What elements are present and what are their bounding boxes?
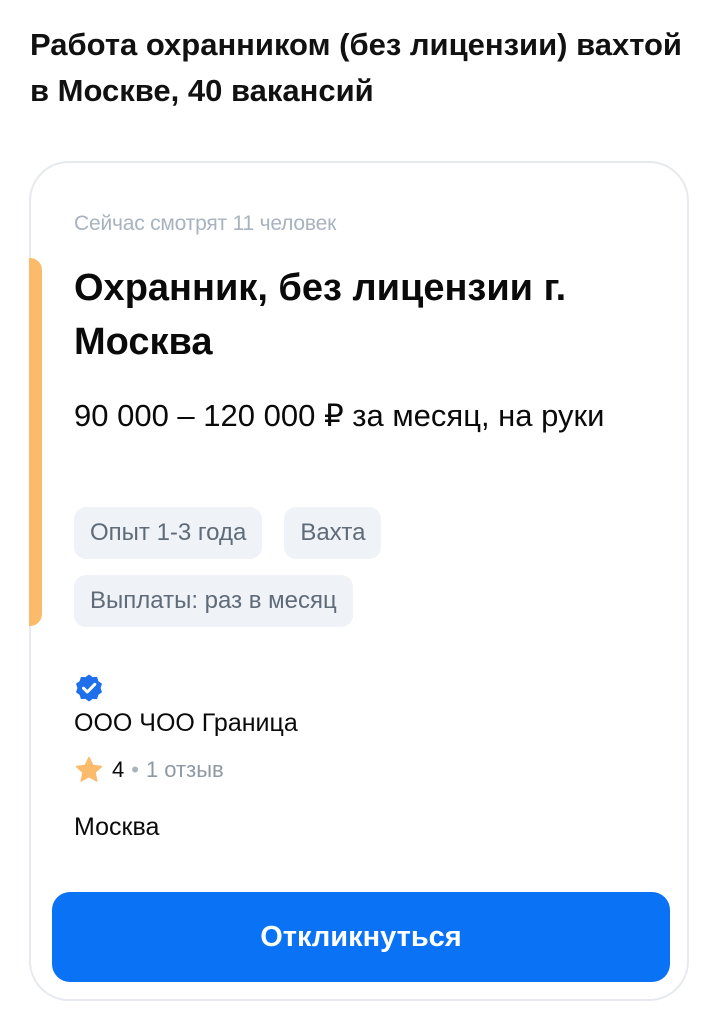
company-rating[interactable]: 4 • 1 отзыв xyxy=(74,755,224,785)
tag-shift: Вахта xyxy=(284,507,382,559)
rating-value: 4 xyxy=(112,757,125,782)
tags-list: Опыт 1-3 года Вахта Выплаты: раз в месяц xyxy=(74,507,634,627)
vacancy-title[interactable]: Охранник, без лицензии г. Москва xyxy=(74,261,664,369)
rating-separator: • xyxy=(131,757,139,782)
tag-payments: Выплаты: раз в месяц xyxy=(74,575,353,627)
star-icon xyxy=(75,756,103,782)
tag-experience: Опыт 1-3 года xyxy=(74,507,263,559)
verified-badge-icon xyxy=(76,674,102,702)
viewers-count: Сейчас смотрят 11 человек xyxy=(74,212,337,235)
reviews-count: 1 отзыв xyxy=(145,757,224,782)
vacancy-card[interactable]: Сейчас смотрят 11 человек Охранник, без … xyxy=(29,161,689,1001)
company-name[interactable]: ООО ЧОО Граница xyxy=(74,709,298,738)
page-heading: Работа охранником (без лицензии) вахтой … xyxy=(30,27,682,108)
salary: 90 000 – 120 000 ₽ за месяц, на руки xyxy=(74,398,605,433)
vacancy-city: Москва xyxy=(74,813,160,841)
apply-button[interactable]: Откликнуться xyxy=(52,892,670,982)
accent-bar xyxy=(29,258,42,626)
